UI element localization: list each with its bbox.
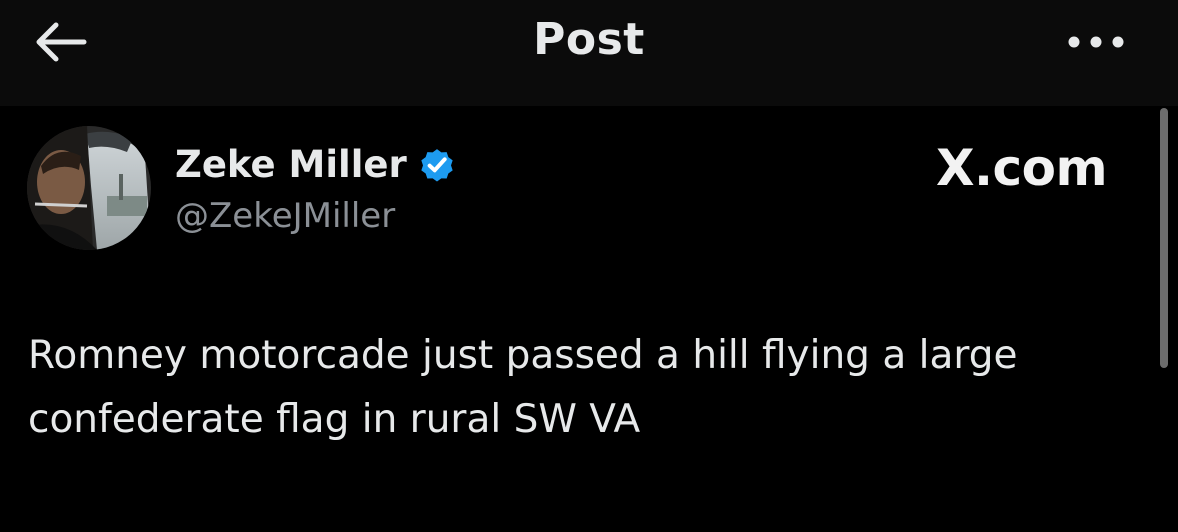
watermark-text: X.com <box>936 139 1108 197</box>
more-options-button[interactable] <box>1060 18 1132 66</box>
more-horizontal-icon <box>1068 36 1124 48</box>
top-bar: Post <box>0 0 1178 106</box>
post-container: Zeke Miller @ZekeJMiller X.com Romney mo… <box>0 106 1178 532</box>
avatar[interactable] <box>27 126 151 250</box>
verified-badge-icon <box>421 149 453 182</box>
x-com-watermark: X.com <box>936 139 1108 197</box>
author-name[interactable]: Zeke Miller <box>175 142 457 188</box>
post-text: Romney motorcade just passed a hill flyi… <box>28 333 1018 442</box>
scrollbar-thumb[interactable] <box>1160 108 1168 368</box>
author-display-name: Zeke Miller <box>175 143 407 186</box>
avatar-photo <box>27 126 151 250</box>
author-handle[interactable]: @ZekeJMiller <box>175 194 395 238</box>
page-title: Post <box>533 14 645 65</box>
